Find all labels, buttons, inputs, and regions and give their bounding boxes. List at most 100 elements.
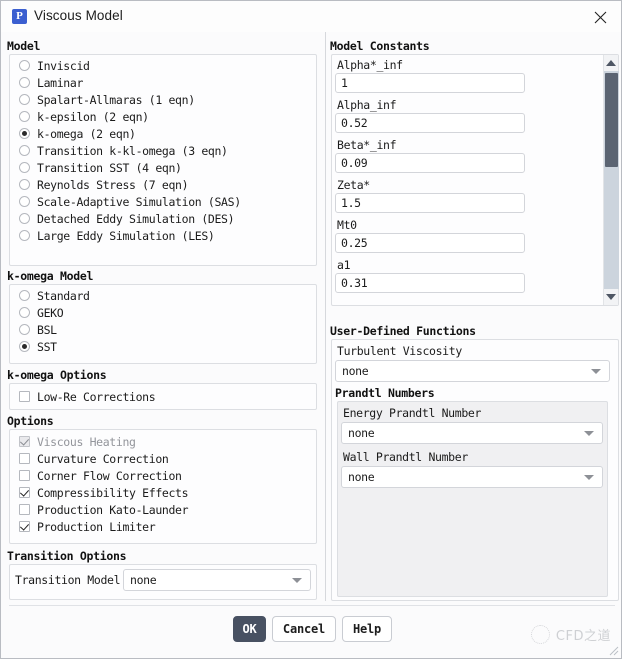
checkbox-corner-flow-correction[interactable]: Corner Flow Correction <box>19 467 309 484</box>
constant-input-alpha-inf[interactable] <box>335 113 525 133</box>
cancel-button[interactable]: Cancel <box>272 616 336 642</box>
radio-label: Detached Eddy Simulation (DES) <box>37 211 235 226</box>
radio-transition-sst[interactable]: Transition SST (4 eqn) <box>19 159 309 176</box>
constant-input-a1[interactable] <box>335 273 525 293</box>
resize-grip-icon[interactable] <box>607 644 619 656</box>
radio-bsl[interactable]: BSL <box>19 321 309 338</box>
constant-label-alpha-star-inf: Alpha*_inf <box>337 58 403 72</box>
model-group-title: Model <box>7 39 41 53</box>
constant-input-beta-star-inf[interactable] <box>335 153 525 173</box>
radio-inviscid[interactable]: Inviscid <box>19 57 309 74</box>
radio-indicator <box>19 196 30 207</box>
model-constants-group-title: Model Constants <box>330 39 430 53</box>
radio-indicator <box>19 179 30 190</box>
radio-indicator <box>19 128 30 139</box>
checkbox-production-limiter[interactable]: Production Limiter <box>19 518 309 535</box>
radio-indicator <box>19 145 30 156</box>
checkbox-production-kato-launder[interactable]: Production Kato-Launder <box>19 501 309 518</box>
radio-label: k-epsilon (2 eqn) <box>37 109 149 124</box>
checkbox-low-re-corrections[interactable]: Low-Re Corrections <box>19 388 309 405</box>
energy-prandtl-number-select[interactable]: none <box>341 422 603 444</box>
radio-label: Spalart-Allmaras (1 eqn) <box>37 92 195 107</box>
constant-label-a1: a1 <box>337 258 351 272</box>
constant-label-mt0: Mt0 <box>337 218 357 232</box>
scroll-up-arrow-icon[interactable] <box>606 60 616 66</box>
scroll-down-arrow-icon[interactable] <box>606 294 616 300</box>
radio-indicator <box>19 94 30 105</box>
wall-prandtl-number-select[interactable]: none <box>341 466 603 488</box>
checkbox-label: Low-Re Corrections <box>37 389 156 404</box>
radio-label: Large Eddy Simulation (LES) <box>37 228 215 243</box>
title-bar: P Viscous Model <box>1 1 621 32</box>
transition-model-select[interactable]: none <box>123 569 311 591</box>
checkbox-indicator <box>19 521 30 532</box>
radio-scale-adaptive-simulation[interactable]: Scale-Adaptive Simulation (SAS) <box>19 193 309 210</box>
energy-prandtl-number-label: Energy Prandtl Number <box>343 406 482 420</box>
ok-button[interactable]: OK <box>233 616 266 642</box>
prandtl-numbers-group-title: Prandtl Numbers <box>335 386 435 400</box>
options-group-title: Options <box>7 414 54 428</box>
constant-label-zeta-star: Zeta* <box>337 178 370 192</box>
radio-k-epsilon[interactable]: k-epsilon (2 eqn) <box>19 108 309 125</box>
radio-indicator <box>19 60 30 71</box>
checkbox-indicator <box>19 391 30 402</box>
help-button[interactable]: Help <box>342 616 392 642</box>
constant-label-beta-star-inf: Beta*_inf <box>337 138 397 152</box>
turbulent-viscosity-value: none <box>342 364 369 378</box>
radio-reynolds-stress[interactable]: Reynolds Stress (7 eqn) <box>19 176 309 193</box>
close-button[interactable] <box>579 1 621 32</box>
checkbox-label: Production Limiter <box>37 519 156 534</box>
radio-indicator <box>19 111 30 122</box>
watermark-logo-icon <box>530 625 550 644</box>
scrollbar-thumb[interactable] <box>605 73 618 167</box>
checkbox-label: Compressibility Effects <box>37 485 189 500</box>
checkbox-viscous-heating[interactable]: Viscous Heating <box>19 433 309 450</box>
watermark: CFD之道 <box>530 625 611 644</box>
radio-k-omega[interactable]: k-omega (2 eqn) <box>19 125 309 142</box>
radio-sst[interactable]: SST <box>19 338 309 355</box>
radio-detached-eddy-simulation[interactable]: Detached Eddy Simulation (DES) <box>19 210 309 227</box>
constant-input-mt0[interactable] <box>335 233 525 253</box>
radio-label: Standard <box>37 288 90 303</box>
viscous-model-dialog: P Viscous Model Model Inviscid Laminar S… <box>0 0 622 659</box>
radio-transition-k-kl-omega[interactable]: Transition k-kl-omega (3 eqn) <box>19 142 309 159</box>
radio-indicator <box>19 77 30 88</box>
komega-options-group-title: k-omega Options <box>7 368 107 382</box>
app-icon: P <box>12 9 27 24</box>
radio-standard[interactable]: Standard <box>19 287 309 304</box>
model-constants-scrollbar[interactable] <box>603 55 619 305</box>
radio-spalart-allmaras[interactable]: Spalart-Allmaras (1 eqn) <box>19 91 309 108</box>
window-title: Viscous Model <box>34 8 123 23</box>
radio-indicator <box>19 162 30 173</box>
radio-label: Transition k-kl-omega (3 eqn) <box>37 143 228 158</box>
checkbox-indicator <box>19 504 30 515</box>
radio-label: Transition SST (4 eqn) <box>37 160 182 175</box>
komega-model-group-title: k-omega Model <box>7 269 94 283</box>
radio-label: Reynolds Stress (7 eqn) <box>37 177 189 192</box>
chevron-down-icon <box>292 578 302 583</box>
checkbox-indicator <box>19 470 30 481</box>
constant-input-zeta-star[interactable] <box>335 193 525 213</box>
radio-label: BSL <box>37 322 57 337</box>
checkbox-indicator <box>19 436 30 447</box>
radio-large-eddy-simulation[interactable]: Large Eddy Simulation (LES) <box>19 227 309 244</box>
checkbox-indicator <box>19 487 30 498</box>
radio-indicator <box>19 324 30 335</box>
checkbox-compressibility-effects[interactable]: Compressibility Effects <box>19 484 309 501</box>
left-panel: Model Inviscid Laminar Spalart-Allmaras … <box>1 32 325 601</box>
checkbox-label: Curvature Correction <box>37 451 169 466</box>
transition-model-value: none <box>130 573 157 587</box>
constant-input-alpha-star-inf[interactable] <box>335 73 525 93</box>
radio-label: Scale-Adaptive Simulation (SAS) <box>37 194 241 209</box>
watermark-text: CFD之道 <box>555 629 611 644</box>
wall-prandtl-number-value: none <box>348 470 375 484</box>
radio-laminar[interactable]: Laminar <box>19 74 309 91</box>
radio-label: k-omega (2 eqn) <box>37 126 136 141</box>
wall-prandtl-number-label: Wall Prandtl Number <box>343 450 468 464</box>
turbulent-viscosity-select[interactable]: none <box>335 360 610 382</box>
radio-indicator <box>19 213 30 224</box>
radio-geko[interactable]: GEKO <box>19 304 309 321</box>
checkbox-indicator <box>19 453 30 464</box>
button-bar: OK Cancel Help <box>1 606 621 658</box>
checkbox-curvature-correction[interactable]: Curvature Correction <box>19 450 309 467</box>
